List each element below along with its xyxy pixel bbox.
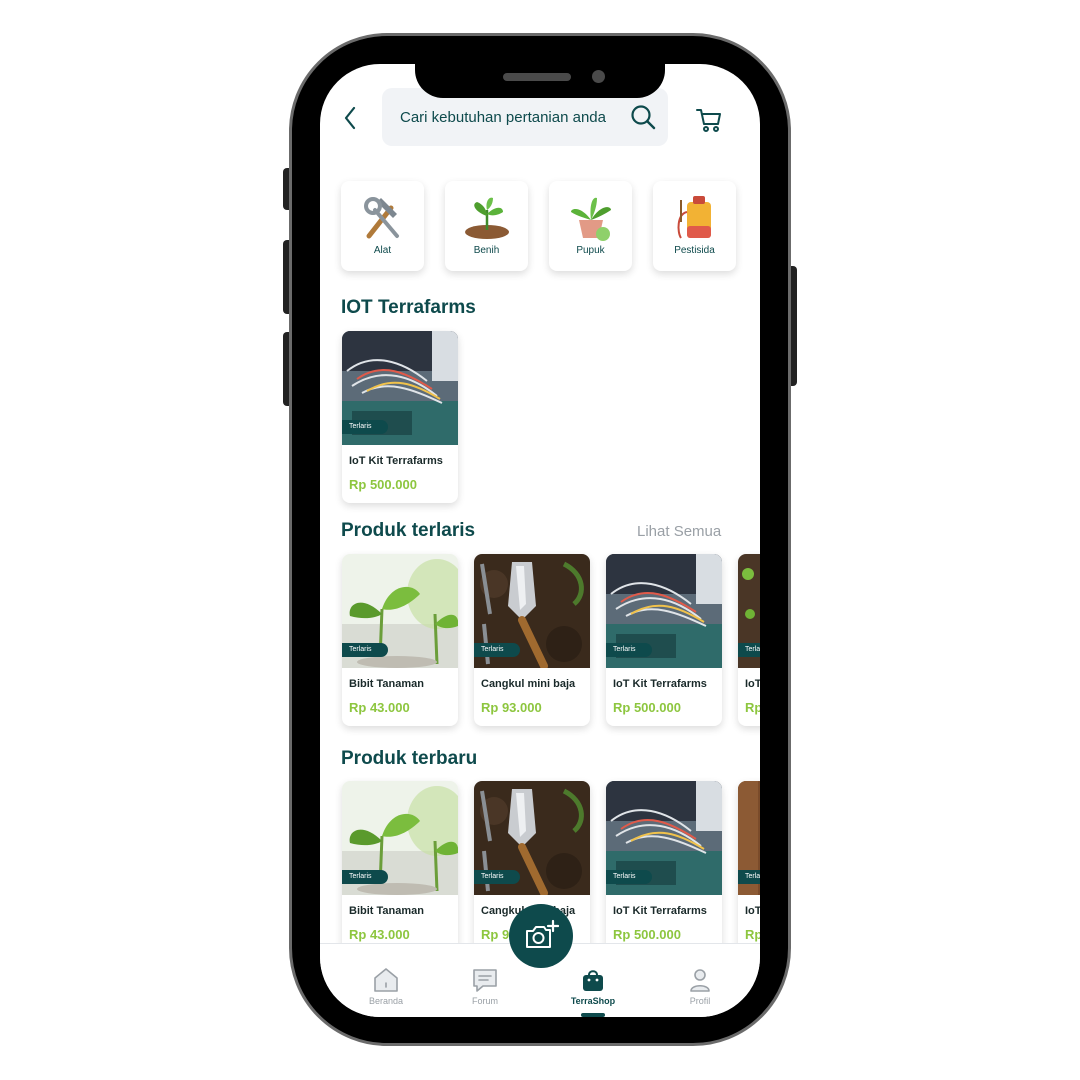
back-button[interactable] [338, 104, 362, 132]
active-tab-indicator [581, 1013, 605, 1017]
speaker-grille [503, 73, 571, 81]
product-name: Bibit Tanaman [349, 678, 424, 690]
product-card[interactable]: Terlaris Bibit Tanaman Rp 43.000 [342, 554, 458, 726]
product-price: Rp 43.000 [349, 700, 410, 715]
bestseller-badge: Terlaris [342, 643, 388, 657]
bestseller-badge: Terlaris [474, 643, 520, 657]
product-name: IoT [745, 905, 760, 917]
product-card[interactable]: Terlaris IoT Rp [738, 554, 760, 726]
section-title-bestseller: Produk terlaris [341, 520, 476, 541]
product-price: Rp 500.000 [613, 927, 681, 942]
product-card[interactable]: Terlaris IoT Rp [738, 781, 760, 953]
shopping-bag-icon [583, 970, 603, 991]
category-label: Pestisida [674, 245, 715, 256]
product-price: Rp 43.000 [349, 927, 410, 942]
product-card[interactable]: Terlaris IoT Kit Terrafarms Rp 500.000 [606, 554, 722, 726]
product-price: Rp 500.000 [349, 477, 417, 492]
product-price: Rp 500.000 [613, 700, 681, 715]
nav-item-beranda[interactable]: Beranda [346, 944, 426, 1017]
nav-item-profil[interactable]: Profil [660, 944, 740, 1017]
product-name: IoT [745, 678, 760, 690]
nav-item-forum[interactable]: Forum [445, 944, 525, 1017]
product-card[interactable]: Terlaris Bibit Tanaman Rp 43.000 [342, 781, 458, 953]
shopping-cart-icon [696, 109, 721, 132]
bestseller-badge: Terlaris [342, 870, 388, 884]
camera-scan-button[interactable] [509, 904, 573, 968]
tools-icon [363, 197, 399, 239]
home-icon [374, 968, 398, 992]
category-label: Pupuk [576, 245, 605, 256]
chat-icon [473, 969, 497, 992]
category-label: Alat [373, 245, 392, 256]
product-card[interactable]: Terlaris IoT Kit Terrafarms Rp 500.000 [606, 781, 722, 953]
search-input[interactable] [400, 108, 626, 126]
product-price: Rp [745, 700, 760, 715]
product-name: Cangkul mini baja [481, 678, 576, 690]
camera-plus-icon [526, 919, 559, 948]
product-name: IoT Kit Terrafarms [613, 678, 707, 690]
product-card[interactable]: Terlaris Cangkul mini baja Rp 93.000 [474, 554, 590, 726]
phone-notch [415, 64, 665, 98]
nav-label: Beranda [368, 996, 404, 1006]
category-benih[interactable]: Benih [445, 181, 528, 271]
product-card[interactable]: Terlaris IoT Kit Terrafarms Rp 500.000 [342, 331, 458, 503]
category-label: Benih [473, 245, 500, 256]
search-icon[interactable] [630, 104, 656, 130]
product-price: Rp 93.000 [481, 700, 542, 715]
app-screen: Alat Benih Pupuk Pestisida [320, 64, 760, 1017]
category-pestisida[interactable]: Pestisida [653, 181, 736, 271]
bestseller-badge: Terlaris [474, 870, 520, 884]
product-name: IoT Kit Terrafarms [349, 455, 443, 467]
cart-button[interactable] [694, 104, 724, 134]
user-icon [690, 969, 710, 992]
product-price: Rp [745, 927, 760, 942]
potted-plant-icon [570, 197, 611, 241]
seedling-icon [464, 197, 509, 239]
bestseller-badge: Terlaris [342, 420, 388, 434]
front-camera [592, 70, 605, 83]
bestseller-badge: Terlaris [606, 870, 652, 884]
bestseller-badge: Terlaris [606, 643, 652, 657]
section-title-newest: Produk terbaru [341, 748, 478, 769]
category-alat[interactable]: Alat [341, 181, 424, 271]
section-title-iot: IOT Terrafarms [341, 297, 476, 318]
category-pupuk[interactable]: Pupuk [549, 181, 632, 271]
nav-label: Profil [689, 996, 711, 1006]
bestseller-badge: Terlaris [738, 870, 760, 884]
product-name: IoT Kit Terrafarms [613, 905, 707, 917]
see-all-link[interactable]: Lihat Semua [637, 523, 721, 540]
chevron-left-icon [344, 106, 356, 130]
sprayer-icon [677, 196, 711, 239]
nav-label: Forum [471, 996, 498, 1006]
bestseller-badge: Terlaris [738, 643, 760, 657]
product-name: Bibit Tanaman [349, 905, 424, 917]
nav-label: TerraShop [570, 996, 616, 1006]
